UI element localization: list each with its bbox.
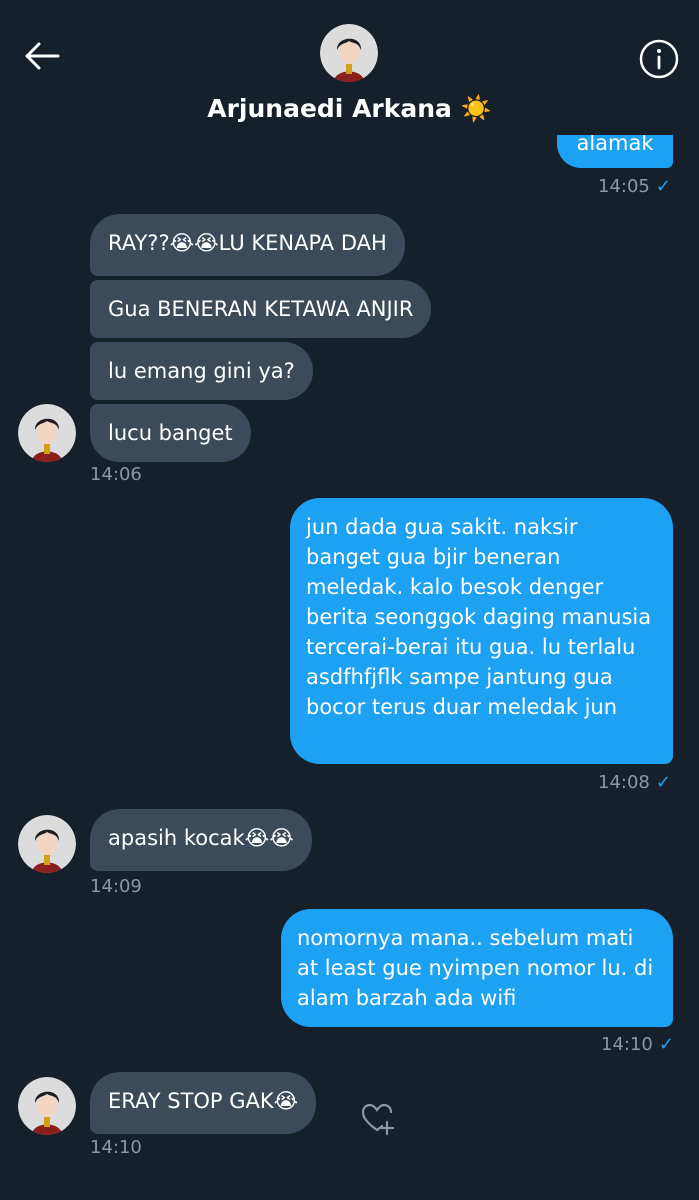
chat-thread: alamak 14:05 ✓ RAY??😭😭LU KENAPA DAH Gua B… — [0, 0, 699, 1200]
message-text: apasih kocak😭😭 — [108, 826, 294, 850]
message-text: jun dada gua sakit. naksir banget gua bj… — [306, 515, 652, 719]
avatar[interactable] — [18, 815, 76, 873]
message-timestamp: 14:09 — [90, 876, 142, 897]
message-bubble-received[interactable]: Gua BENERAN KETAWA ANJIR — [90, 280, 432, 338]
avatar[interactable] — [18, 404, 76, 462]
message-timestamp: 14:10 — [90, 1137, 142, 1158]
read-check-icon: ✓ — [658, 1034, 674, 1055]
message-timestamp: 14:08 ✓ — [598, 772, 671, 793]
message-bubble-sent[interactable]: nomornya mana.. sebelum mati at least gu… — [281, 909, 673, 1027]
info-icon[interactable] — [638, 38, 680, 80]
message-timestamp: 14:06 — [90, 464, 142, 485]
message-timestamp: 14:05 ✓ — [598, 176, 671, 197]
message-timestamp: 14:10 ✓ — [601, 1034, 674, 1055]
contact-name[interactable]: Arjunaedi Arkana ☀️ — [0, 94, 699, 124]
message-text: nomornya mana.. sebelum mati at least gu… — [297, 926, 654, 1010]
message-bubble-sent[interactable]: jun dada gua sakit. naksir banget gua bj… — [290, 498, 673, 764]
message-text: RAY??😭😭LU KENAPA DAH — [108, 231, 387, 255]
message-text: lucu banget — [108, 421, 233, 445]
message-bubble-received[interactable]: apasih kocak😭😭 — [90, 809, 312, 871]
message-text: Gua BENERAN KETAWA ANJIR — [108, 297, 414, 321]
message-bubble-received[interactable]: lu emang gini ya? — [90, 342, 313, 400]
read-check-icon: ✓ — [655, 772, 671, 793]
message-bubble-received[interactable]: lucu banget — [90, 404, 251, 462]
message-text: ERAY STOP GAK😭 — [108, 1089, 299, 1113]
avatar[interactable] — [320, 24, 378, 82]
message-text: lu emang gini ya? — [108, 359, 295, 383]
back-arrow-icon[interactable] — [22, 38, 62, 78]
message-bubble-received[interactable]: ERAY STOP GAK😭 — [90, 1072, 317, 1134]
read-check-icon: ✓ — [655, 176, 671, 197]
message-bubble-received[interactable]: RAY??😭😭LU KENAPA DAH — [90, 214, 405, 276]
conversation-header: Arjunaedi Arkana ☀️ — [0, 0, 699, 135]
heart-add-icon[interactable] — [360, 1102, 396, 1136]
avatar[interactable] — [18, 1077, 76, 1135]
